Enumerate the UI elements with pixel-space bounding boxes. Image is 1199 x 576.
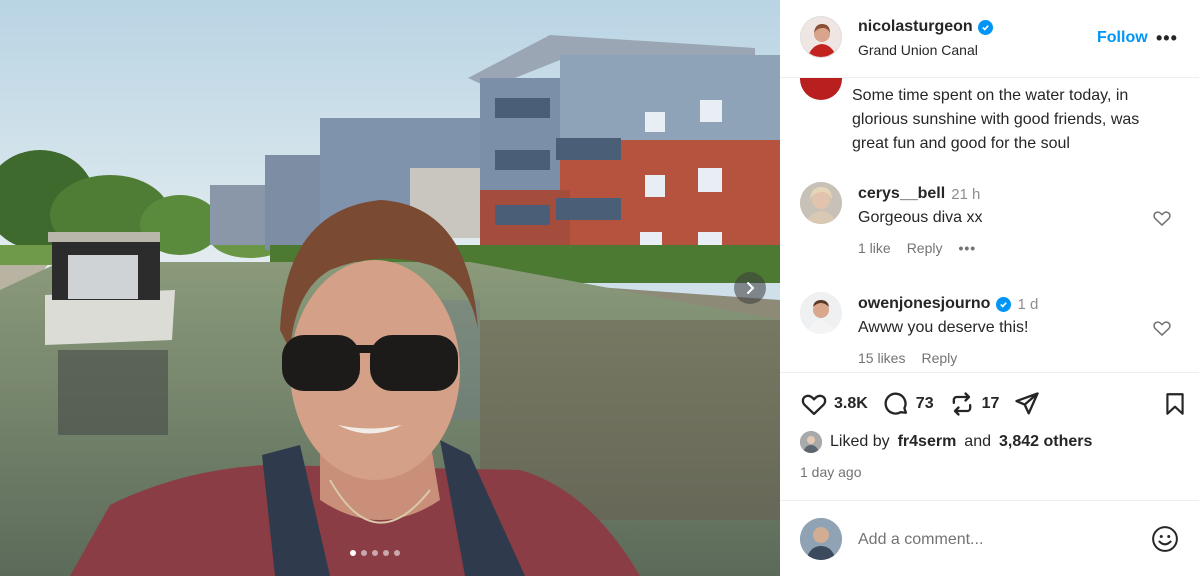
comment-meta: 15 likes Reply	[858, 350, 957, 366]
add-comment-divider	[780, 500, 1199, 501]
carousel-dot	[361, 550, 367, 556]
verified-badge-icon	[977, 19, 993, 35]
current-user-avatar-image	[800, 518, 842, 560]
comment-time: 21 h	[951, 185, 981, 203]
heart-icon	[1153, 321, 1171, 336]
carousel-indicator	[350, 550, 400, 556]
like-count[interactable]: 3.8K	[834, 395, 868, 413]
verified-badge-icon	[996, 296, 1012, 312]
post-action-bar: 3.8K 73 17	[800, 388, 1055, 420]
heart-icon	[1153, 211, 1171, 226]
repost-button[interactable]: 17	[948, 390, 1000, 418]
author-avatar-image	[801, 17, 841, 57]
repost-count[interactable]: 17	[982, 395, 1000, 413]
post-header: nicolasturgeon Grand Union Canal Follow …	[780, 0, 1199, 78]
carousel-dot	[394, 550, 400, 556]
post-timestamp[interactable]: 1 day ago	[800, 464, 862, 480]
liked-by-others[interactable]: 3,842 others	[999, 433, 1092, 451]
chevron-right-icon	[747, 282, 755, 294]
comment-reply-button[interactable]: Reply	[921, 350, 957, 366]
comment-username[interactable]: cerys__bell 21 h	[858, 185, 980, 203]
commenter-avatar[interactable]	[800, 182, 842, 224]
comment-username[interactable]: owenjonesjourno 1 d	[858, 295, 1038, 313]
post-location[interactable]: Grand Union Canal	[858, 42, 978, 58]
add-comment-input[interactable]	[858, 528, 1138, 552]
bookmark-icon	[1166, 393, 1184, 415]
comment-username-text[interactable]: cerys__bell	[858, 185, 945, 203]
follow-button[interactable]: Follow	[1097, 29, 1148, 47]
commenter-avatar-image	[800, 182, 842, 224]
share-button[interactable]	[1013, 390, 1041, 418]
liker-avatar-image	[800, 431, 822, 453]
comment-count[interactable]: 73	[916, 395, 934, 413]
comment-text: Awww you deserve this!	[858, 319, 1029, 336]
comment-likes[interactable]: 15 likes	[858, 350, 905, 366]
post-side-panel: Some time spent on the water today, in g…	[780, 0, 1199, 576]
comment-time: 1 d	[1017, 295, 1039, 313]
carousel-next-button[interactable]	[734, 272, 766, 304]
like-button[interactable]: 3.8K	[800, 390, 868, 418]
commenter-avatar-image	[800, 292, 842, 334]
emoji-button[interactable]	[1150, 524, 1180, 559]
comment-likes[interactable]: 1 like	[858, 240, 891, 256]
post-caption: Some time spent on the water today, in g…	[852, 87, 1140, 152]
author-avatar[interactable]	[800, 16, 842, 58]
carousel-dot	[350, 550, 356, 556]
comment-item: owenjonesjourno 1 d Awww you deserve thi…	[780, 292, 1199, 392]
heart-icon	[801, 394, 827, 416]
more-options-button[interactable]: •••	[1156, 28, 1178, 49]
comment-like-button[interactable]	[1152, 208, 1172, 233]
save-button[interactable]	[1162, 391, 1188, 422]
carousel-dot	[383, 550, 389, 556]
post-photo[interactable]	[0, 0, 780, 576]
comment-item: cerys__bell 21 h Gorgeous diva xx 1 like…	[780, 182, 1199, 282]
author-username-text[interactable]: nicolasturgeon	[858, 18, 973, 36]
emoji-icon	[1152, 526, 1178, 552]
carousel-dot	[372, 550, 378, 556]
liked-by-summary[interactable]: Liked by fr4serm and 3,842 others	[800, 431, 1092, 453]
comment-meta: 1 like Reply •••	[858, 240, 976, 256]
comment-username-text[interactable]: owenjonesjourno	[858, 295, 990, 313]
commenter-avatar[interactable]	[800, 292, 842, 334]
liked-by-user[interactable]: fr4serm	[898, 433, 957, 451]
comment-text: Gorgeous diva xx	[858, 209, 983, 226]
comment-like-button[interactable]	[1152, 318, 1172, 343]
comment-more-button[interactable]: •••	[958, 240, 976, 256]
photo-scene	[0, 0, 780, 576]
actions-divider	[780, 372, 1199, 373]
author-username[interactable]: nicolasturgeon	[858, 18, 993, 36]
repost-icon	[952, 392, 971, 416]
current-user-avatar[interactable]	[800, 518, 842, 560]
liked-by-prefix: Liked by	[830, 433, 890, 450]
comment-icon	[884, 392, 907, 415]
comment-reply-button[interactable]: Reply	[907, 240, 943, 256]
liker-avatar[interactable]	[800, 431, 822, 453]
comment-button[interactable]: 73	[882, 390, 934, 418]
share-icon	[1015, 392, 1040, 415]
liked-by-and: and	[964, 433, 991, 450]
